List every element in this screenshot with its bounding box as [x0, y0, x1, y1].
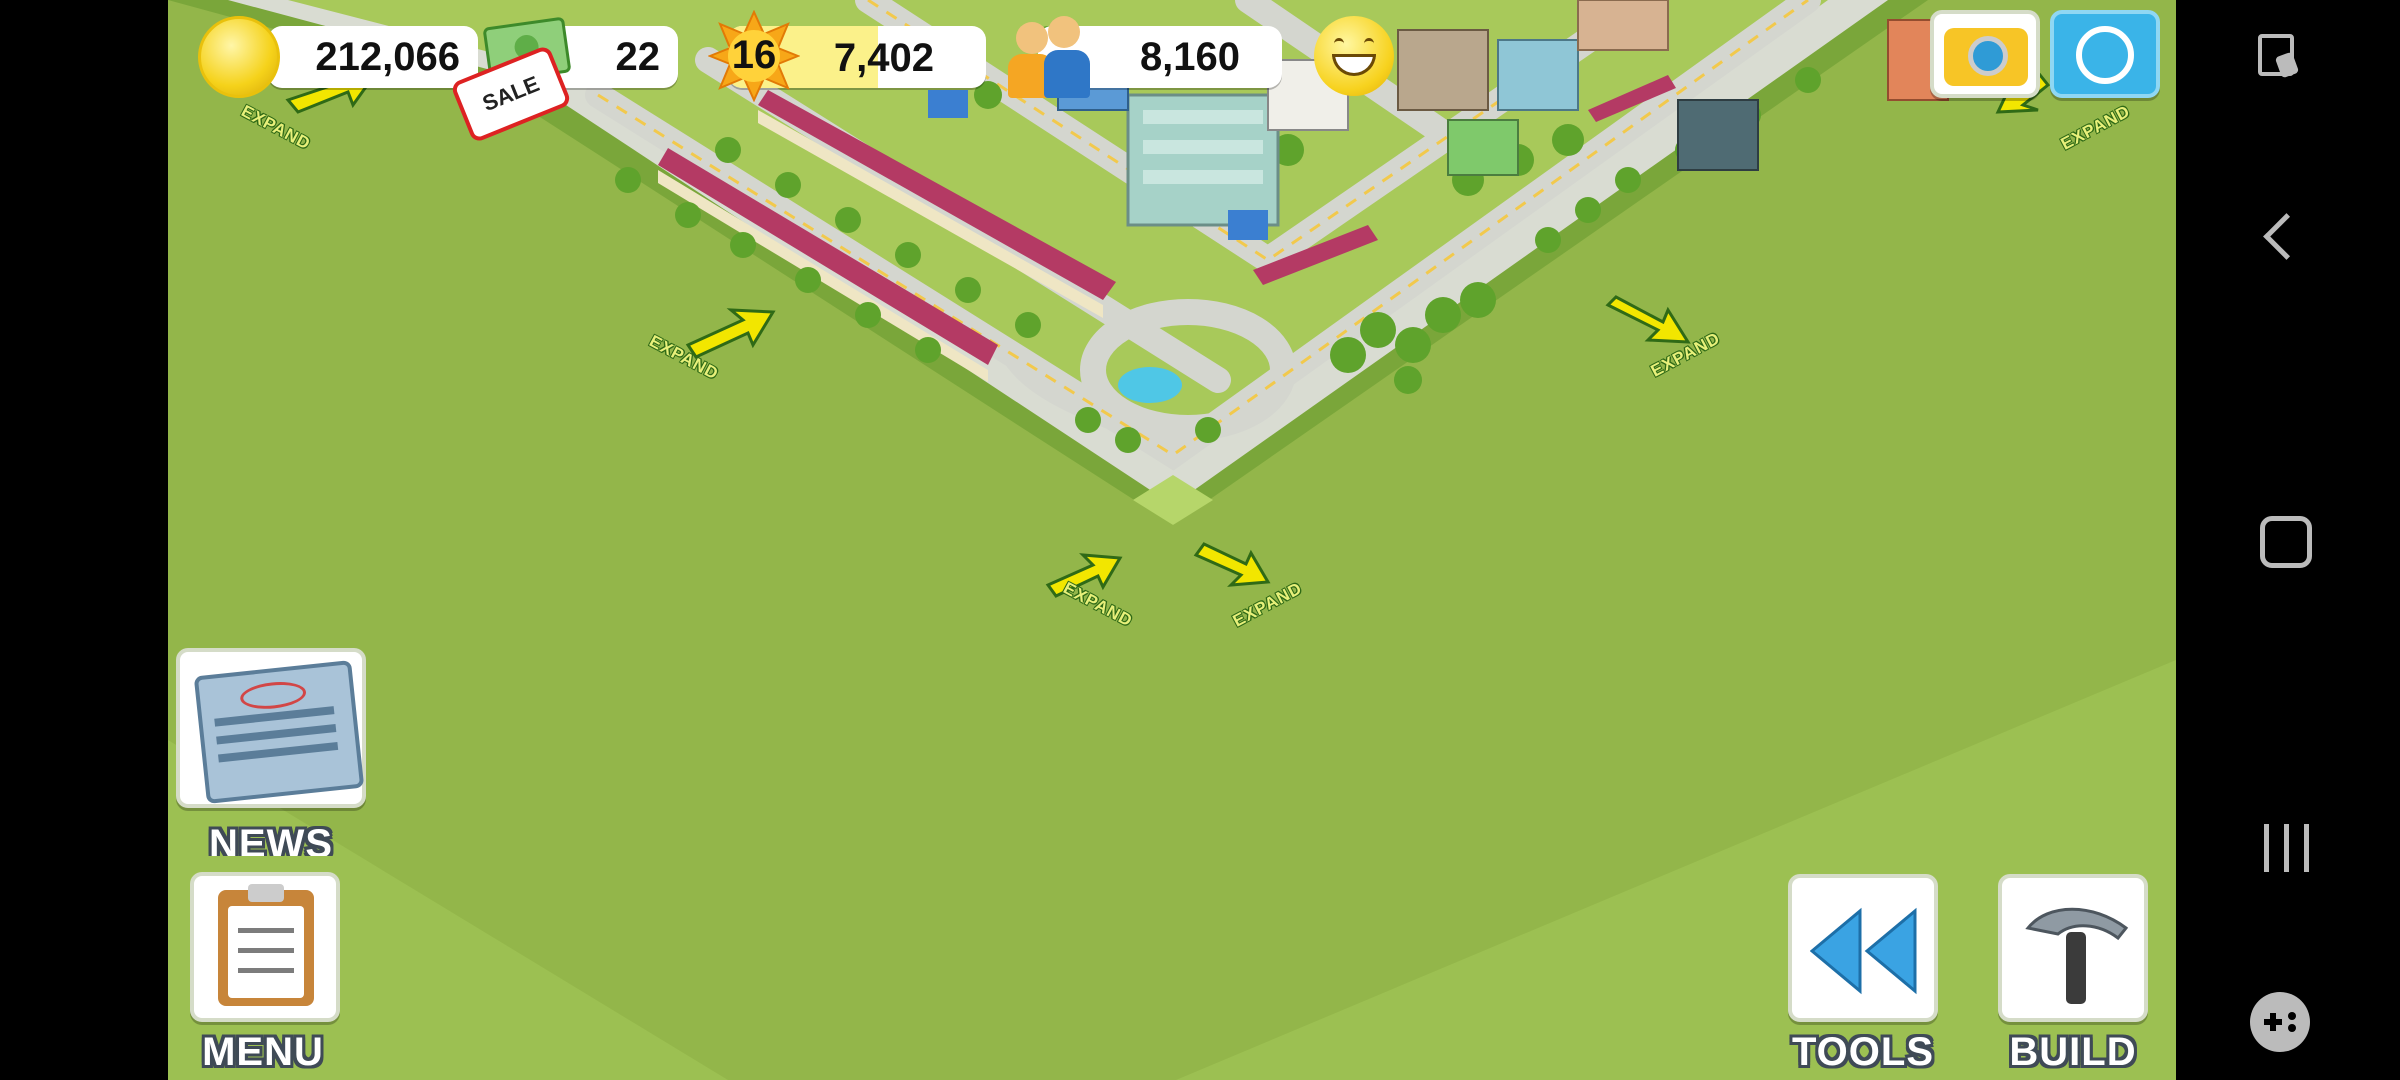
clipboard-icon	[218, 884, 314, 1006]
newspaper-icon	[193, 660, 365, 804]
camera-icon	[1944, 28, 2028, 86]
news-label: NEWS	[209, 822, 333, 856]
android-nav-bar	[2176, 0, 2400, 1080]
people-icon	[1008, 12, 1098, 98]
recents-icon[interactable]	[2262, 824, 2312, 872]
share-icon	[2076, 26, 2134, 84]
tools-button[interactable]	[1788, 874, 1938, 1022]
left-letterbox	[0, 0, 168, 1080]
level-value: 16	[731, 33, 777, 77]
game-tools-icon[interactable]	[2250, 992, 2310, 1052]
camera-button[interactable]	[1930, 10, 2040, 98]
population-value: 8,160	[1139, 34, 1241, 79]
star-burst-icon: 16	[707, 9, 801, 103]
xp-value: 7,402	[833, 36, 934, 80]
rewind-icon	[1809, 906, 1920, 996]
coins-counter: 212,066	[268, 26, 478, 88]
menu-button[interactable]	[190, 872, 340, 1022]
cash-value: 22	[615, 34, 661, 79]
menu-label: MENU	[202, 1030, 324, 1074]
smiley-face-icon[interactable]	[1314, 16, 1394, 96]
build-label: BUILD	[2009, 1030, 2137, 1074]
gold-coin-icon	[198, 16, 280, 98]
share-button[interactable]	[2050, 10, 2160, 98]
sale-label: SALE	[478, 70, 543, 117]
news-button[interactable]	[176, 648, 366, 808]
back-icon[interactable]	[2263, 213, 2310, 260]
hammer-icon	[2018, 898, 2136, 1008]
home-icon[interactable]	[2260, 516, 2312, 568]
screen-capture-icon[interactable]	[2258, 34, 2300, 79]
tools-label: TOOLS	[1791, 1030, 1935, 1074]
build-button[interactable]	[1998, 874, 2148, 1022]
game-viewport[interactable]: EXPAND EXPAND EXPAND EXPAND EXPAND EXPAN…	[168, 0, 2176, 1080]
coins-value: 212,066	[315, 34, 460, 79]
